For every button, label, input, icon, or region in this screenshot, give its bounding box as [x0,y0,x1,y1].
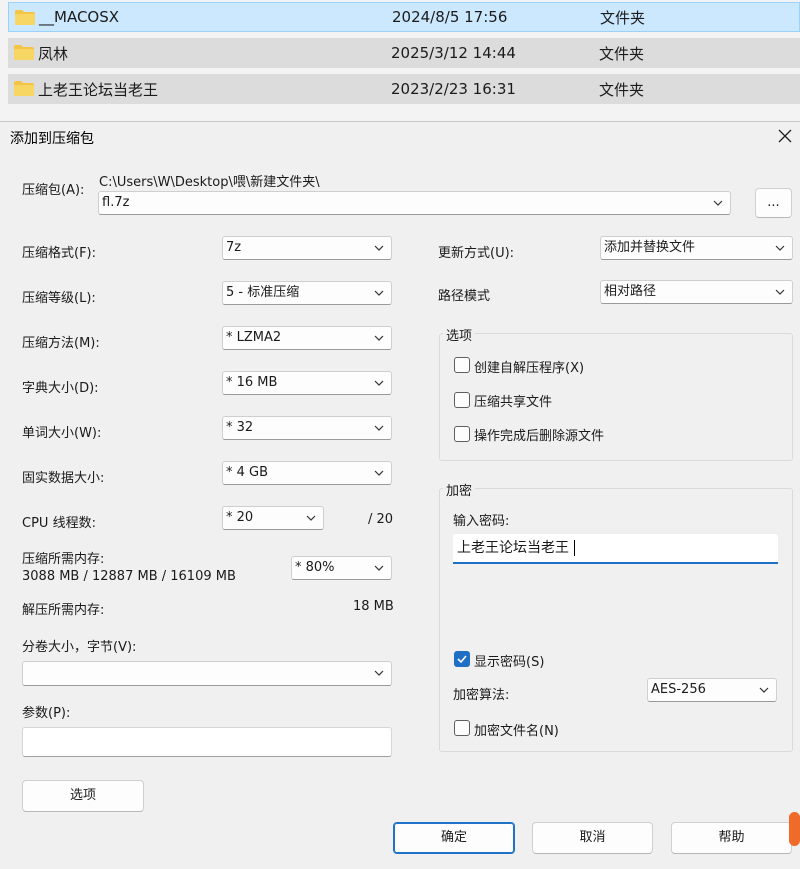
file-row-laowang[interactable]: 上老王论坛当老王 2023/2/23 16:31 文件夹 [8,74,800,104]
threads-value: * 20 [226,510,254,525]
mem-label: 压缩所需内存: [22,552,105,567]
folder-icon [14,81,34,96]
shared-label: 压缩共享文件 [474,395,553,410]
browse-button[interactable]: ... [755,188,792,218]
path-select[interactable]: 相对路径 [600,280,793,304]
path-value: 相对路径 [604,284,657,299]
solid-value: * 4 GB [226,465,269,480]
mem-select[interactable]: * 80% [291,556,392,580]
file-date: 2025/3/12 14:44 [391,44,516,62]
method-value: * LZMA2 [226,330,282,345]
solid-label: 固实数据大小: [22,471,105,486]
threads-select[interactable]: * 20 [222,506,324,530]
file-name: 上老王论坛当老王 [38,80,159,99]
volume-select[interactable] [22,661,392,686]
file-row-macosx[interactable]: __MACOSX 2024/8/5 17:56 文件夹 [8,2,800,32]
encryption-group-title: 加密 [443,480,476,499]
chevron-down-icon [306,515,316,521]
archive-name-combo[interactable]: fl.7z [98,191,731,215]
level-value: 5 - 标准压缩 [226,285,300,300]
word-label: 单词大小(W): [22,426,102,441]
dialog-title: 添加到压缩包 [10,131,94,147]
help-button[interactable]: 帮助 [671,822,792,854]
chevron-down-icon [374,470,384,476]
delete-source-label: 操作完成后删除源文件 [474,429,605,444]
chevron-down-icon [374,425,384,431]
level-select[interactable]: 5 - 标准压缩 [222,281,392,305]
threads-total: / 20 [368,512,394,527]
level-label: 压缩等级(L): [22,291,96,306]
format-value: 7z [226,240,242,255]
password-label: 输入密码: [453,514,510,529]
chevron-down-icon [775,289,785,295]
file-row-fenglin[interactable]: 凤林 2025/3/12 14:44 文件夹 [8,38,800,68]
file-name: 凤林 [38,44,69,63]
dict-select[interactable]: * 16 MB [222,371,392,395]
algo-select[interactable]: AES-256 [647,678,777,702]
method-select[interactable]: * LZMA2 [222,326,392,350]
word-select[interactable]: * 32 [222,416,392,440]
close-button[interactable] [774,124,796,148]
file-type: 文件夹 [599,80,645,99]
decomp-label: 解压所需内存: [22,603,105,618]
chevron-down-icon [374,335,384,341]
decomp-value: 18 MB [353,599,394,614]
params-label: 参数(P): [22,706,71,721]
file-type: 文件夹 [600,8,646,27]
path-label: 路径模式 [438,289,491,304]
method-label: 压缩方法(M): [22,336,100,351]
file-name: __MACOSX [39,8,120,26]
encrypt-names-label: 加密文件名(N) [474,724,559,739]
solid-select[interactable]: * 4 GB [222,461,392,485]
chevron-down-icon [374,290,384,296]
text-caret [574,540,576,556]
sfx-label: 创建自解压程序(X) [474,361,585,376]
update-value: 添加并替换文件 [604,240,696,255]
cancel-button[interactable]: 取消 [532,822,653,854]
show-password-checkbox[interactable] [454,651,470,667]
algo-label: 加密算法: [453,688,510,703]
file-type: 文件夹 [599,44,645,63]
dict-label: 字典大小(D): [22,381,99,396]
dict-value: * 16 MB [226,375,278,390]
sfx-checkbox[interactable] [454,357,470,373]
show-password-label: 显示密码(S) [474,655,545,670]
chevron-down-icon [775,245,785,251]
archive-name-value: fl.7z [102,195,130,210]
archive-label: 压缩包(A): [22,183,85,198]
password-value: 上老王论坛当老王 [457,540,569,556]
folder-icon [14,45,34,60]
algo-value: AES-256 [651,682,706,697]
chevron-down-icon [374,670,384,676]
shared-checkbox[interactable] [454,392,470,408]
check-icon [457,655,467,664]
update-select[interactable]: 添加并替换文件 [600,236,793,260]
params-input[interactable] [22,727,392,757]
word-value: * 32 [226,420,254,435]
chevron-down-icon [374,245,384,251]
file-date: 2024/8/5 17:56 [392,8,508,26]
chevron-down-icon [759,687,769,693]
update-label: 更新方式(U): [438,246,515,261]
chevron-down-icon [374,565,384,571]
ok-button[interactable]: 确定 [393,822,515,854]
format-select[interactable]: 7z [222,236,392,260]
archive-path: C:\Users\W\Desktop\喂\新建文件夹\ [99,175,320,190]
file-date: 2023/2/23 16:31 [391,80,516,98]
mem-detail: 3088 MB / 12887 MB / 16109 MB [22,569,236,584]
close-icon [778,129,792,143]
chevron-down-icon [713,200,723,206]
tray-app-icon[interactable] [789,812,800,846]
options-group-title: 选项 [443,325,476,344]
volume-label: 分卷大小，字节(V): [22,640,137,655]
mem-value: * 80% [295,560,335,575]
folder-icon [15,10,35,25]
options-button[interactable]: 选项 [22,780,144,812]
threads-label: CPU 线程数: [22,516,96,531]
delete-source-checkbox[interactable] [454,426,470,442]
password-input[interactable]: 上老王论坛当老王 [453,534,778,564]
chevron-down-icon [374,380,384,386]
format-label: 压缩格式(F): [22,246,97,261]
encrypt-names-checkbox[interactable] [454,720,470,736]
